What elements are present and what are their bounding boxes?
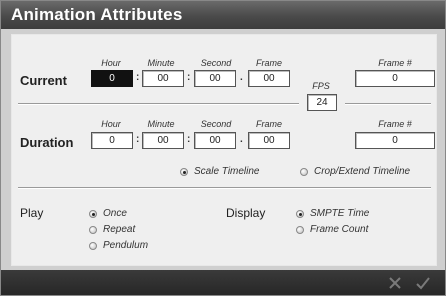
- col-label-frame: Frame: [255, 58, 282, 68]
- separator-dot: .: [240, 134, 243, 145]
- display-option-label: Frame Count: [310, 224, 369, 235]
- dialog-title: Animation Attributes: [11, 5, 183, 24]
- current-frame-field[interactable]: 00: [248, 70, 290, 87]
- play-option-label: Repeat: [103, 224, 136, 235]
- separator-colon: :: [187, 134, 191, 145]
- current-frame-number-field[interactable]: 0: [355, 70, 435, 87]
- cancel-button[interactable]: [385, 274, 405, 292]
- play-option-label: Once: [103, 208, 127, 219]
- radio-unselected-icon: [89, 225, 97, 234]
- separator-colon: :: [136, 72, 140, 83]
- display-label: Display: [226, 206, 266, 220]
- radio-selected-icon: [89, 209, 97, 218]
- play-label: Play: [20, 206, 44, 220]
- separator-colon: :: [187, 72, 191, 83]
- scale-timeline-label: Scale Timeline: [194, 166, 260, 177]
- radio-unselected-icon: [296, 225, 304, 234]
- title-bar[interactable]: Animation Attributes: [1, 1, 445, 29]
- checkmark-icon: [416, 277, 430, 290]
- col-label-frame-num: Frame #: [378, 119, 412, 129]
- animation-attributes-dialog: Animation Attributes Hour Minute Second …: [0, 0, 446, 296]
- col-label-hour: Hour: [101, 58, 121, 68]
- duration-second-field[interactable]: 00: [194, 132, 236, 149]
- current-minute-field[interactable]: 00: [142, 70, 184, 87]
- col-label-second: Second: [200, 119, 232, 129]
- duration-frame-number-field[interactable]: 0: [355, 132, 435, 149]
- fps-label: FPS: [312, 81, 330, 91]
- divider: [18, 187, 431, 189]
- col-label-frame-num: Frame #: [378, 58, 412, 68]
- display-option-label: SMPTE Time: [310, 208, 370, 219]
- cancel-x-icon: [389, 277, 401, 289]
- current-label: Current: [20, 73, 67, 88]
- display-frame-count-radio[interactable]: Frame Count: [296, 224, 368, 235]
- crop-extend-timeline-radio[interactable]: Crop/Extend Timeline: [300, 166, 410, 177]
- col-label-minute: Minute: [147, 119, 175, 129]
- duration-frame-field[interactable]: 00: [248, 132, 290, 149]
- duration-label: Duration: [20, 135, 74, 150]
- play-repeat-radio[interactable]: Repeat: [89, 224, 135, 235]
- current-second-field[interactable]: 00: [194, 70, 236, 87]
- col-label-minute: Minute: [147, 58, 175, 68]
- radio-unselected-icon: [300, 167, 308, 176]
- col-label-hour: Hour: [101, 119, 121, 129]
- play-once-radio[interactable]: Once: [89, 208, 127, 219]
- ok-button[interactable]: [413, 274, 433, 292]
- display-smpte-time-radio[interactable]: SMPTE Time: [296, 208, 369, 219]
- radio-selected-icon: [180, 167, 188, 176]
- radio-selected-icon: [296, 209, 304, 218]
- divider: [18, 103, 299, 105]
- crop-extend-timeline-label: Crop/Extend Timeline: [314, 166, 411, 177]
- separator-dot: .: [240, 72, 243, 83]
- separator-colon: :: [136, 134, 140, 145]
- scale-timeline-radio[interactable]: Scale Timeline: [180, 166, 260, 177]
- dialog-content: Hour Minute Second Frame Frame # Current…: [11, 34, 437, 266]
- play-pendulum-radio[interactable]: Pendulum: [89, 240, 148, 251]
- col-label-second: Second: [200, 58, 232, 68]
- current-hour-field[interactable]: 0: [91, 70, 133, 87]
- radio-unselected-icon: [89, 241, 97, 250]
- play-option-label: Pendulum: [103, 240, 149, 251]
- duration-hour-field[interactable]: 0: [91, 132, 133, 149]
- duration-minute-field[interactable]: 00: [142, 132, 184, 149]
- dialog-footer: [1, 270, 445, 295]
- fps-field[interactable]: 24: [307, 94, 337, 111]
- divider: [345, 103, 431, 105]
- col-label-frame: Frame: [255, 119, 282, 129]
